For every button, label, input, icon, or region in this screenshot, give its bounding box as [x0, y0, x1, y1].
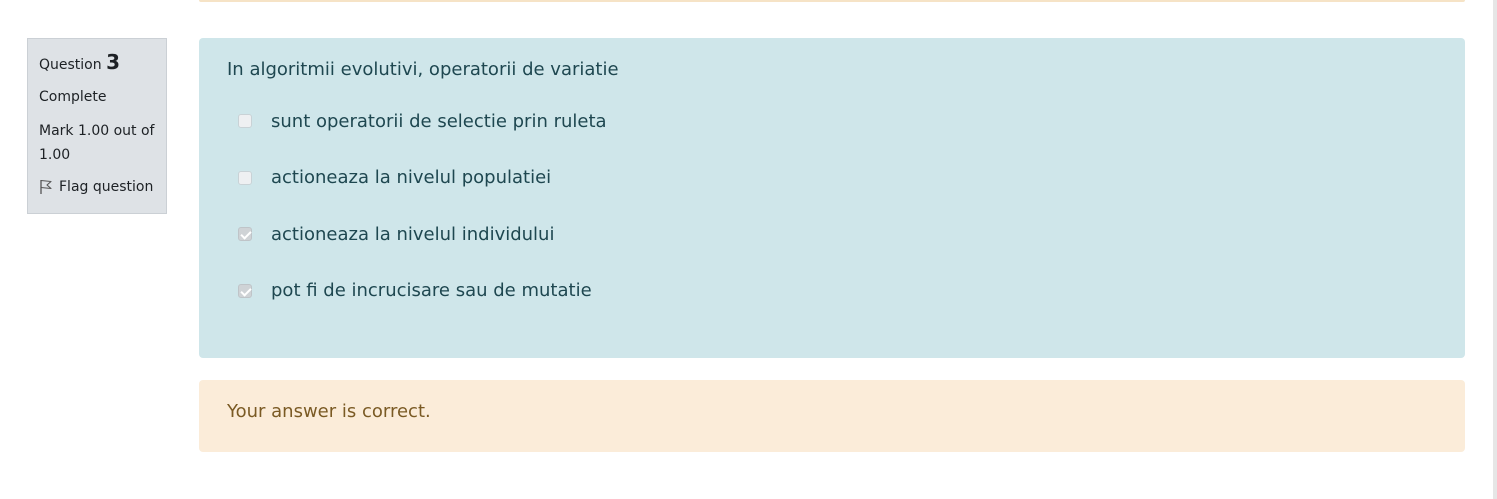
question-formulation: In algoritmii evolutivi, operatorii de v… — [199, 38, 1465, 358]
scrollbar[interactable] — [1493, 0, 1497, 499]
answer-list: sunt operatorii de selectie prin ruleta … — [227, 104, 1437, 308]
flag-question-label: Flag question — [59, 179, 154, 195]
answer-checkbox-4[interactable] — [238, 283, 252, 298]
answer-label-2: actioneaza la nivelul populatiei — [271, 167, 552, 188]
feedback-text: Your answer is correct. — [227, 401, 431, 422]
question-state: Complete — [39, 89, 107, 105]
answer-option-3[interactable]: actioneaza la nivelul individului — [227, 217, 1437, 251]
answer-checkbox-1[interactable] — [238, 114, 252, 128]
answer-option-2[interactable]: actioneaza la nivelul populatiei — [227, 161, 1437, 195]
question-number-prefix: Question — [39, 57, 102, 73]
flag-icon — [40, 179, 52, 194]
answer-option-4[interactable]: pot fi de incrucisare sau de mutatie — [227, 274, 1437, 308]
answer-label-1: sunt operatorii de selectie prin ruleta — [271, 110, 607, 132]
question-text: In algoritmii evolutivi, operatorii de v… — [227, 59, 619, 80]
answer-label-4: pot fi de incrucisare sau de mutatie — [271, 280, 592, 301]
answer-label-3: actioneaza la nivelul individului — [271, 223, 555, 245]
question-info-panel: Question 3 Complete Mark 1.00 out of 1.0… — [27, 38, 167, 214]
answer-checkbox-3[interactable] — [238, 227, 252, 241]
answer-checkbox-2[interactable] — [238, 170, 252, 185]
flag-question-button[interactable]: Flag question — [39, 177, 156, 197]
previous-feedback-edge — [199, 0, 1465, 2]
quiz-review-page: Question 3 Complete Mark 1.00 out of 1.0… — [0, 0, 1497, 499]
question-number-value: 3 — [106, 50, 120, 74]
question-number: Question 3 — [39, 50, 156, 77]
answer-option-1[interactable]: sunt operatorii de selectie prin ruleta — [227, 104, 1437, 138]
question-grade: Mark 1.00 out of 1.00 — [39, 123, 155, 163]
answer-feedback: Your answer is correct. — [199, 380, 1465, 452]
